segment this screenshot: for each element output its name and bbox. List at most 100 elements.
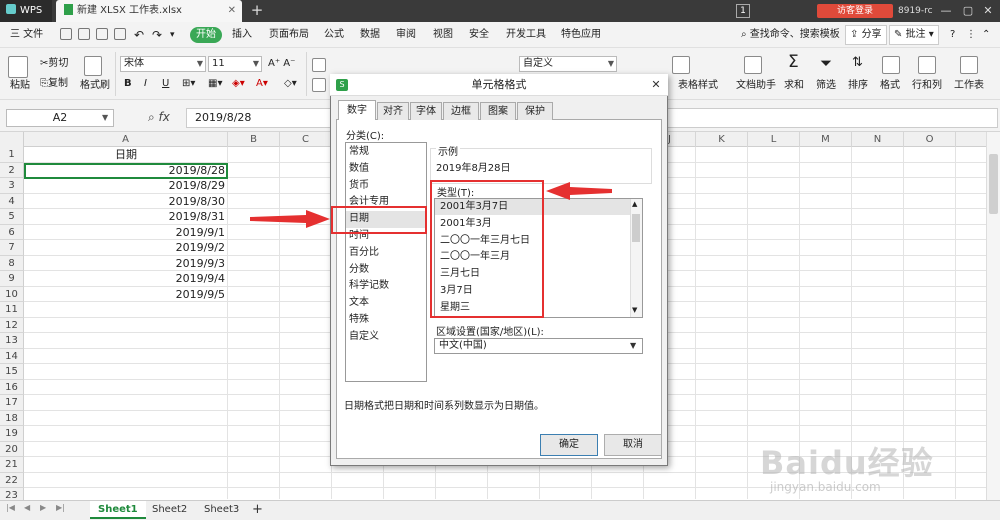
tab-data[interactable]: 数据 [360, 27, 380, 43]
category-item[interactable]: 分数 [349, 262, 369, 279]
chevron-down-icon[interactable]: ▼ [102, 109, 108, 127]
tab-view[interactable]: 视图 [433, 27, 453, 43]
table-style-icon[interactable] [672, 56, 690, 74]
help-icon[interactable]: ? [950, 27, 955, 43]
cell-A4[interactable]: 2019/8/30 [24, 194, 228, 210]
vertical-scrollbar[interactable] [986, 132, 1000, 500]
wps-menu-button[interactable]: WPS [0, 0, 52, 22]
zoom-icon[interactable]: ⌕ [148, 110, 159, 124]
print-icon[interactable] [96, 28, 108, 40]
prev-sheet-icon[interactable]: ◀ [24, 503, 30, 512]
more-icon[interactable]: ▾ [170, 27, 175, 43]
format-icon[interactable] [882, 56, 900, 74]
font-size-combo[interactable]: 11 ▼ [208, 56, 262, 72]
category-item[interactable]: 科学记数 [349, 278, 389, 295]
preview-icon[interactable] [114, 28, 126, 40]
visitor-login-button[interactable]: 访客登录 [817, 4, 893, 18]
ok-button[interactable]: 确定 [540, 434, 598, 456]
fill-bucket-icon[interactable]: ◈▾ [232, 78, 245, 90]
table-style-button[interactable]: 表格样式 [678, 80, 718, 92]
tab-protection[interactable]: 保护 [517, 102, 553, 120]
document-tab[interactable]: 新建 XLSX 工作表.xlsx ✕ [56, 0, 242, 22]
redo-icon[interactable]: ↷ [152, 27, 162, 43]
save-icon[interactable] [60, 28, 72, 40]
column-header-L[interactable]: L [748, 132, 800, 147]
type-scroll-thumb[interactable] [632, 214, 640, 242]
paste-label[interactable]: 粘贴 [10, 80, 30, 92]
minimize-icon[interactable]: — [936, 2, 956, 20]
category-item[interactable]: 货币 [349, 178, 369, 195]
cell-A10[interactable]: 2019/9/5 [24, 287, 228, 303]
tab-start[interactable]: 开始 [190, 27, 222, 43]
row-header-21[interactable]: 21 [0, 457, 24, 473]
clear-icon[interactable]: ◇▾ [284, 78, 297, 90]
doc-helper-button[interactable]: 文档助手 [736, 80, 776, 92]
name-box[interactable]: A2 [6, 109, 114, 127]
column-header-M[interactable]: M [800, 132, 852, 147]
scroll-thumb[interactable] [989, 154, 998, 214]
font-grow-icon[interactable]: A⁺ A⁻ [268, 58, 295, 70]
tab-page-layout[interactable]: 页面布局 [269, 27, 309, 43]
underline-icon[interactable]: U [162, 78, 169, 90]
align-top-icon[interactable] [312, 58, 326, 72]
row-header-7[interactable]: 7 [0, 240, 24, 256]
locale-select[interactable]: 中文(中国) [434, 338, 643, 354]
next-sheet-icon[interactable]: ▶ [40, 503, 46, 512]
select-all-corner[interactable] [0, 132, 24, 147]
row-header-11[interactable]: 11 [0, 302, 24, 318]
italic-icon[interactable]: I [144, 78, 147, 90]
window-count-badge[interactable]: 1 [736, 4, 750, 18]
row-header-20[interactable]: 20 [0, 441, 24, 457]
row-header-13[interactable]: 13 [0, 333, 24, 349]
number-format-combo[interactable]: 自定义 ▼ [519, 56, 617, 72]
column-header-K[interactable]: K [696, 132, 748, 147]
row-header-3[interactable]: 3 [0, 178, 24, 194]
row-col-button[interactable]: 行和列 [912, 80, 942, 92]
filter-button[interactable]: 筛选 [816, 80, 836, 92]
format-painter-label[interactable]: 格式刷 [80, 80, 110, 92]
sort-icon[interactable]: ⇅ [852, 56, 863, 69]
doc-helper-icon[interactable] [744, 56, 762, 74]
add-sheet-icon[interactable]: + [244, 501, 271, 519]
sum-icon[interactable]: Σ [788, 54, 799, 71]
row-header-17[interactable]: 17 [0, 395, 24, 411]
column-header-C[interactable]: C [280, 132, 332, 147]
tab-formula[interactable]: 公式 [324, 27, 344, 43]
close-icon[interactable]: ✕ [648, 76, 664, 94]
fill-color-icon[interactable]: ▦▾ [208, 78, 222, 90]
scroll-down-icon[interactable]: ▼ [632, 306, 637, 314]
row-header-16[interactable]: 16 [0, 379, 24, 395]
cell-A8[interactable]: 2019/9/3 [24, 256, 228, 272]
row-header-2[interactable]: 2 [0, 162, 24, 178]
sort-button[interactable]: 排序 [848, 80, 868, 92]
tab-alignment[interactable]: 对齐 [377, 102, 409, 120]
column-header-N[interactable]: N [852, 132, 904, 147]
share-button[interactable]: ⇪ 分享 [845, 25, 887, 45]
row-header-1[interactable]: 1 [0, 147, 24, 163]
row-header-19[interactable]: 19 [0, 426, 24, 442]
filter-icon[interactable]: ⏷ [820, 56, 832, 71]
row-header-18[interactable]: 18 [0, 410, 24, 426]
tab-number[interactable]: 数字 [338, 100, 376, 120]
cell-A6[interactable]: 2019/9/1 [24, 225, 228, 241]
category-item[interactable]: 数值 [349, 161, 369, 178]
comment-button[interactable]: ✎ 批注 ▾ [889, 25, 939, 45]
tab-review[interactable]: 审阅 [396, 27, 416, 43]
more-options-icon[interactable]: ⋮ [966, 27, 976, 43]
cut-button[interactable]: ✂剪切 [40, 58, 68, 70]
collapse-ribbon-icon[interactable]: ⌃ [982, 27, 990, 43]
category-item[interactable]: 特殊 [349, 312, 369, 329]
cell-A9[interactable]: 2019/9/4 [24, 271, 228, 287]
row-header-15[interactable]: 15 [0, 364, 24, 380]
formula-buttons[interactable]: ⌕ fx [148, 107, 170, 127]
sheet-tab-1[interactable]: Sheet1 [90, 501, 146, 519]
new-tab-button[interactable]: + [248, 0, 266, 22]
row-header-5[interactable]: 5 [0, 209, 24, 225]
chevron-down-icon[interactable]: ▼ [630, 338, 636, 354]
row-header-9[interactable]: 9 [0, 271, 24, 287]
maximize-icon[interactable]: ▢ [958, 2, 978, 20]
align-left-icon[interactable] [312, 78, 326, 92]
format-button[interactable]: 格式 [880, 80, 900, 92]
command-search[interactable]: ⌕ 查找命令、搜索模板 [741, 27, 840, 43]
tab-pattern[interactable]: 图案 [480, 102, 516, 120]
